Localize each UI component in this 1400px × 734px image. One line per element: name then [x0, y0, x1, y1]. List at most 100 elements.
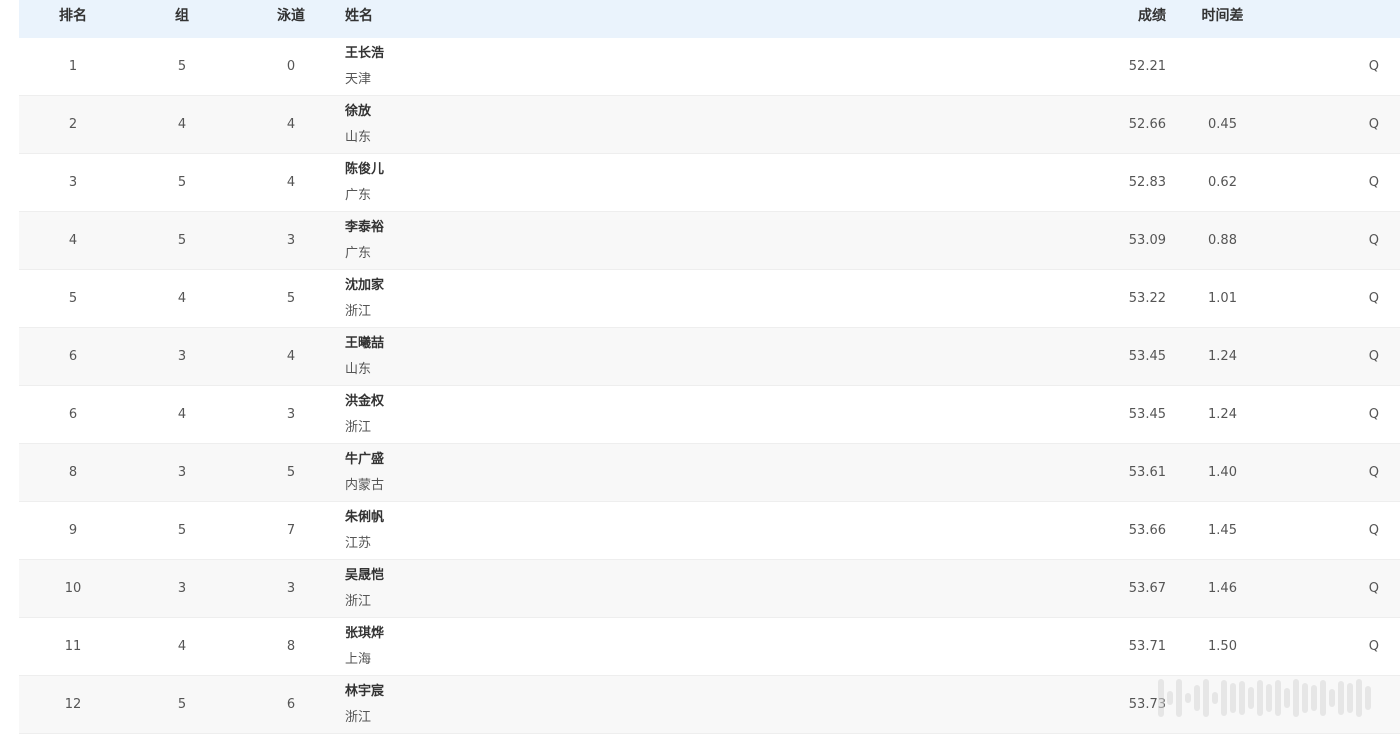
table-row[interactable]: 1 5 0 王长浩天津 52.21 Q [19, 38, 1400, 96]
header-lane[interactable]: 泳道 [237, 0, 345, 38]
athlete-team: 浙江 [345, 709, 372, 725]
athlete-name[interactable]: 林宇宸 [345, 683, 925, 701]
name-cell: 张琪烨 上海 [345, 617, 925, 676]
result-cell: 53.61 [925, 443, 1166, 502]
lane-cell: 4 [237, 153, 345, 212]
athlete-name[interactable]: 洪金权 [345, 393, 925, 411]
lane-cell: 8 [237, 617, 345, 676]
watermark-bar [1347, 683, 1353, 713]
athlete-team: 山东 [345, 129, 372, 145]
lane-cell: 0 [237, 38, 345, 96]
header-name[interactable]: 姓名 [345, 0, 925, 38]
time-diff-cell [1166, 38, 1279, 96]
qualifier-cell: Q [1279, 617, 1400, 676]
result-cell: 53.45 [925, 327, 1166, 386]
table-row[interactable]: 2 4 4 徐放 山东 52.66 0.45 Q [19, 95, 1400, 154]
watermark-bar [1230, 683, 1236, 713]
table-row[interactable]: 4 5 3 李泰裕 广东 53.09 0.88 Q [19, 211, 1400, 270]
athlete-team: 浙江 [345, 303, 372, 319]
athlete-name[interactable]: 沈加家 [345, 277, 925, 295]
header-diff[interactable]: 时间差 [1166, 0, 1279, 38]
athlete-name[interactable]: 王曦喆 [345, 335, 925, 353]
watermark-bar [1302, 683, 1308, 713]
rank-cell: 1 [19, 38, 127, 96]
watermark-bar [1284, 688, 1290, 708]
results-table: 排名 组 泳道 姓名 成绩 时间差 1 5 0 王长浩 天津 52.21 Q 2 4 4 徐放 山东 5… [19, 0, 1400, 734]
athlete-team: 内蒙古 [345, 477, 385, 493]
table-row[interactable]: 8 3 5 牛广盛 内蒙古 53.61 1.40 Q [19, 443, 1400, 502]
athlete-name[interactable]: 李泰裕 [345, 219, 925, 237]
rank-cell: 6 [19, 327, 127, 386]
group-cell: 3 [127, 443, 237, 502]
athlete-team: 上海 [345, 651, 372, 667]
athlete-name[interactable]: 牛广盛 [345, 451, 925, 469]
watermark-bar [1239, 681, 1245, 715]
table-row[interactable]: 3 5 4 陈俊儿 广东 52.83 0.62 Q [19, 153, 1400, 212]
watermark-bar [1329, 689, 1335, 707]
header-result[interactable]: 成绩 [925, 0, 1166, 38]
watermark-bar [1266, 684, 1272, 712]
watermark-bar [1311, 685, 1317, 711]
table-row[interactable]: 6 3 4 王曦喆 山东 53.45 1.24 Q [19, 327, 1400, 386]
rank-cell: 9 [19, 501, 127, 560]
name-cell: 沈加家 浙江 [345, 269, 925, 328]
group-cell: 4 [127, 95, 237, 154]
group-cell: 5 [127, 38, 237, 96]
result-cell: 53.71 [925, 617, 1166, 676]
athlete-team: 天津 [345, 71, 372, 87]
table-row[interactable]: 5 4 5 沈加家 浙江 53.22 1.01 Q [19, 269, 1400, 328]
result-cell: 53.67 [925, 559, 1166, 618]
watermark-bar [1248, 687, 1254, 709]
athlete-team: 广东 [345, 187, 372, 203]
watermark-bar [1221, 680, 1227, 716]
time-diff-cell: 1.24 [1166, 327, 1279, 386]
athlete-team: 浙江 [345, 593, 372, 609]
group-cell: 5 [127, 675, 237, 734]
qualifier-cell: Q [1279, 559, 1400, 618]
lane-cell: 5 [237, 443, 345, 502]
time-diff-cell: 1.50 [1166, 617, 1279, 676]
group-cell: 5 [127, 153, 237, 212]
athlete-name[interactable]: 陈俊儿 [345, 161, 925, 179]
qualifier-cell: Q [1279, 38, 1400, 96]
result-cell: 52.83 [925, 153, 1166, 212]
watermark-bar [1158, 679, 1164, 717]
watermark-bar [1293, 679, 1299, 717]
table-row[interactable]: 11 4 8 张琪烨 上海 53.71 1.50 Q [19, 617, 1400, 676]
table-row[interactable]: 6 4 3 洪金权 浙江 53.45 1.24 Q [19, 385, 1400, 444]
watermark-bar [1365, 686, 1371, 710]
watermark-bar [1356, 679, 1362, 717]
result-cell: 52.21 [925, 38, 1166, 96]
table-row[interactable]: 9 5 7 朱俐帆 江苏 53.66 1.45 Q [19, 501, 1400, 560]
group-cell: 3 [127, 559, 237, 618]
time-diff-cell: 0.88 [1166, 211, 1279, 270]
rank-cell: 12 [19, 675, 127, 734]
athlete-name[interactable]: 朱俐帆 [345, 509, 925, 527]
lane-cell: 5 [237, 269, 345, 328]
athlete-name[interactable]: 吴晟恺 [345, 567, 925, 585]
barcode-watermark-icon [1158, 676, 1386, 720]
qualifier-cell: Q [1279, 153, 1400, 212]
athlete-team: 江苏 [345, 535, 372, 551]
time-diff-cell: 0.45 [1166, 95, 1279, 154]
lane-cell: 4 [237, 95, 345, 154]
athlete-name[interactable]: 徐放 [345, 103, 925, 121]
header-rank[interactable]: 排名 [19, 0, 127, 38]
table-row[interactable]: 10 3 3 吴晟恺 浙江 53.67 1.46 Q [19, 559, 1400, 618]
group-cell: 5 [127, 211, 237, 270]
time-diff-cell: 1.45 [1166, 501, 1279, 560]
rank-cell: 8 [19, 443, 127, 502]
lane-cell: 3 [237, 559, 345, 618]
result-cell: 53.45 [925, 385, 1166, 444]
group-cell: 4 [127, 617, 237, 676]
lane-cell: 3 [237, 211, 345, 270]
athlete-name[interactable]: 张琪烨 [345, 625, 925, 643]
header-group[interactable]: 组 [127, 0, 237, 38]
watermark-bar [1338, 681, 1344, 715]
name-cell: 吴晟恺 浙江 [345, 559, 925, 618]
athlete-name[interactable]: 王长浩 [345, 45, 925, 63]
rank-cell: 4 [19, 211, 127, 270]
group-cell: 4 [127, 385, 237, 444]
watermark-bar [1167, 691, 1173, 705]
result-cell: 52.66 [925, 95, 1166, 154]
